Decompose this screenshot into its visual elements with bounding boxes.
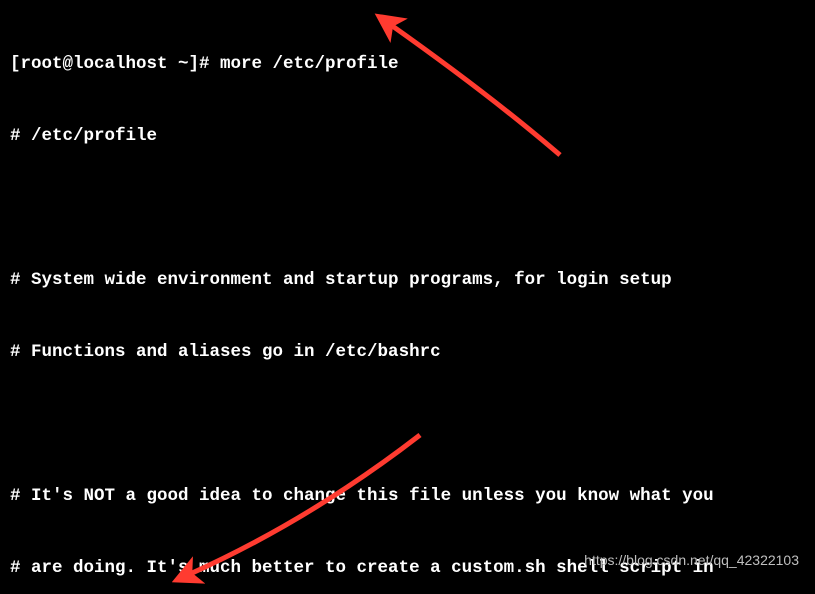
file-line: # System wide environment and startup pr… (10, 268, 724, 292)
file-line (10, 196, 724, 220)
file-line: # Functions and aliases go in /etc/bashr… (10, 340, 724, 364)
terminal-output: [root@localhost ~]# more /etc/profile # … (10, 4, 724, 594)
file-line: # It's NOT a good idea to change this fi… (10, 484, 724, 508)
file-line: # /etc/profile (10, 124, 724, 148)
prompt-line: [root@localhost ~]# more /etc/profile (10, 52, 724, 76)
file-line (10, 412, 724, 436)
watermark-text: https://blog.csdn.net/qq_42322103 (584, 548, 799, 572)
